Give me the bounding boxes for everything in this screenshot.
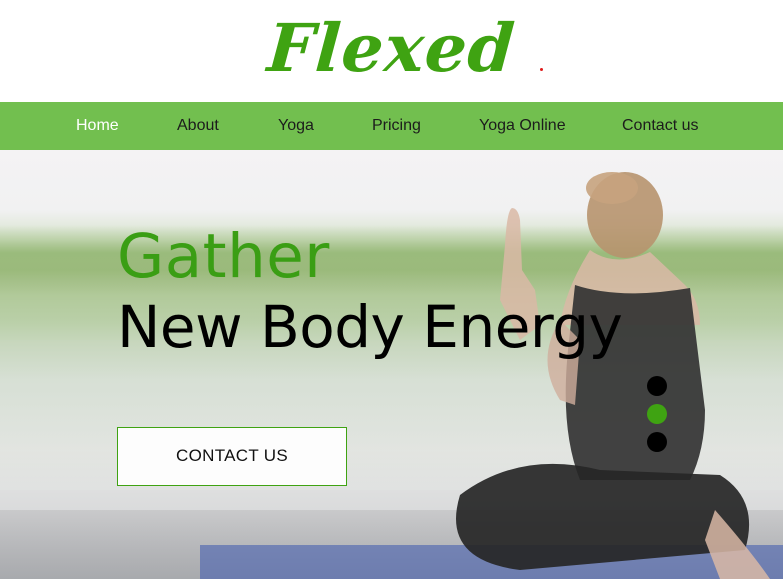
hero-headline-accent: Gather <box>117 221 330 292</box>
contact-us-button[interactable]: CONTACT US <box>117 427 347 486</box>
site-header: Flexed <box>0 0 783 102</box>
slider-dot-2-active[interactable] <box>647 404 667 424</box>
main-navigation: Home About Yoga Pricing Yoga Online Cont… <box>0 102 783 150</box>
nav-item-pricing[interactable]: Pricing <box>372 102 421 150</box>
nav-item-contact-us[interactable]: Contact us <box>622 102 698 150</box>
nav-item-about[interactable]: About <box>177 102 219 150</box>
slider-pagination <box>647 375 667 455</box>
slider-dot-3[interactable] <box>647 432 667 452</box>
hero-headline-main: New Body Energy <box>117 293 623 361</box>
slider-dot-1[interactable] <box>647 376 667 396</box>
brand-logo[interactable]: Flexed <box>0 6 783 90</box>
nav-item-yoga-online[interactable]: Yoga Online <box>479 102 566 150</box>
hero-banner: Gather New Body Energy CONTACT US <box>0 150 783 579</box>
nav-item-home[interactable]: Home <box>76 102 119 150</box>
yoga-woman-image <box>456 172 770 579</box>
decorative-dot <box>540 68 543 71</box>
nav-item-yoga[interactable]: Yoga <box>278 102 314 150</box>
